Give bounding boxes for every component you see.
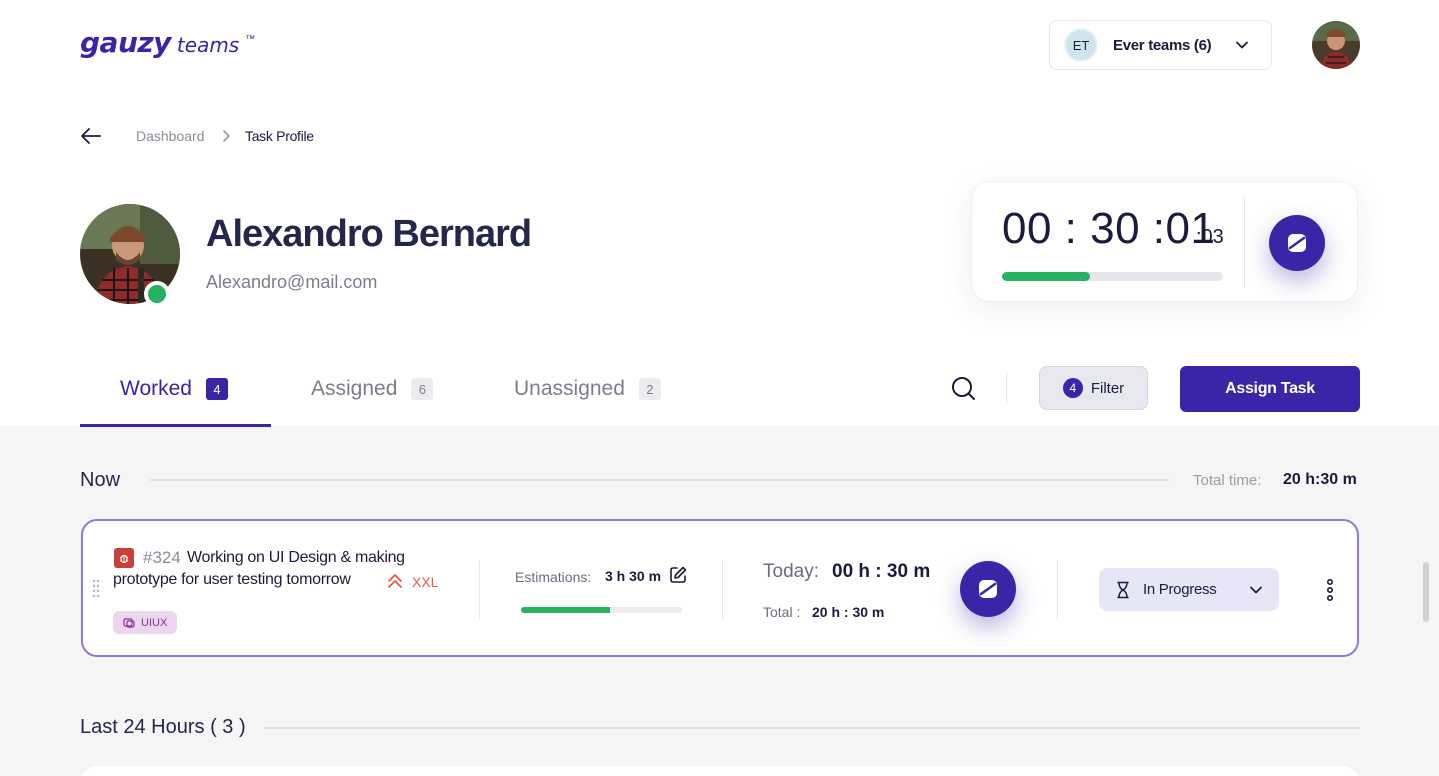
filter-label: Filter <box>1090 379 1125 397</box>
estimation-progress-fill <box>521 607 610 613</box>
task-title-line2[interactable]: prototype for user testing tomorrow <box>113 571 351 589</box>
task-timer-button[interactable] <box>960 561 1016 617</box>
priority-up-icon <box>388 574 402 588</box>
profile-email: Alexandro@mail.com <box>206 272 378 292</box>
status-label: In Progress <box>1143 581 1217 598</box>
tab-assigned[interactable]: Assigned 6 <box>311 377 434 401</box>
drag-handle-icon[interactable] <box>92 579 100 597</box>
section-divider <box>150 479 1169 481</box>
hourglass-icon <box>1117 581 1129 598</box>
toolbar-divider <box>1006 373 1007 403</box>
timer-progress-bar <box>1002 272 1223 281</box>
team-name: Ever teams (6) <box>1113 36 1212 54</box>
search-icon[interactable] <box>950 375 976 401</box>
timer-progress-fill <box>1002 272 1091 281</box>
filter-count-badge: 4 <box>1062 378 1083 398</box>
logo-sub-text: teams <box>176 33 240 57</box>
scrollbar-thumb[interactable] <box>1423 562 1429 622</box>
tab-worked-label: Worked <box>120 377 192 400</box>
task-total-value: 20 h : 30 m <box>812 604 885 620</box>
total-time-value: 20 h:30 m <box>1283 471 1357 488</box>
task-number: #324 <box>143 548 181 567</box>
app-logo[interactable]: gauzy teams ™ <box>80 26 255 59</box>
tab-assigned-label: Assigned <box>311 377 398 400</box>
card-divider <box>479 561 480 619</box>
task-title-line1[interactable]: Working on UI Design & making <box>187 549 405 567</box>
profile-name: Alexandro Bernard <box>206 213 532 255</box>
back-arrow-icon[interactable] <box>80 126 102 146</box>
play-icon <box>979 580 997 598</box>
chevron-down-icon <box>1236 41 1248 49</box>
top-bar: gauzy teams ™ ET Ever teams (6) <box>0 0 1439 90</box>
estimation-value: 3 h 30 m <box>605 568 662 584</box>
team-avatar: ET <box>1064 28 1098 62</box>
timer-milliseconds: :03 <box>1196 226 1224 248</box>
timer-display: 00 : 30 :01 <box>1002 204 1216 253</box>
estimation-progress-bar <box>521 607 682 613</box>
task-tag[interactable]: UIUX <box>113 611 178 634</box>
section-divider <box>264 727 1360 729</box>
active-tab-underline <box>80 424 271 427</box>
logo-trademark: ™ <box>245 34 256 45</box>
timer-card: 00 : 30 :01 :03 <box>971 181 1358 302</box>
team-selector[interactable]: ET Ever teams (6) <box>1049 20 1272 70</box>
user-avatar[interactable] <box>1312 21 1360 69</box>
today-label: Today: <box>763 561 819 582</box>
tab-worked[interactable]: Worked 4 <box>120 377 228 401</box>
tab-assigned-count: 6 <box>411 378 434 400</box>
chevron-right-icon <box>223 130 230 142</box>
section-last24-title: Last 24 Hours ( 3 ) <box>80 716 246 738</box>
timer-divider <box>1244 198 1245 288</box>
kebab-menu-icon[interactable] <box>1326 579 1334 601</box>
card-divider <box>722 561 723 619</box>
task-card[interactable]: #324 Working on UI Design & making proto… <box>81 519 1359 657</box>
total-time-label: Total time: <box>1193 472 1262 489</box>
breadcrumb-dashboard[interactable]: Dashboard <box>136 128 205 144</box>
timer-play-button[interactable] <box>1269 215 1325 271</box>
edit-icon[interactable] <box>668 565 688 585</box>
filter-button[interactable]: 4 Filter <box>1039 366 1148 410</box>
task-size: XXL <box>412 574 439 590</box>
task-card[interactable] <box>81 766 1359 776</box>
task-total-label: Total : <box>763 604 801 620</box>
task-tag-label: UIUX <box>141 616 168 629</box>
logo-main-text: gauzy <box>80 26 171 59</box>
play-icon <box>1288 234 1306 252</box>
status-dropdown[interactable]: In Progress <box>1099 568 1279 611</box>
tab-unassigned-count: 2 <box>638 378 661 400</box>
today-value: 00 h : 30 m <box>832 561 931 582</box>
assign-task-button[interactable]: Assign Task <box>1180 366 1360 412</box>
tab-unassigned-label: Unassigned <box>514 377 625 400</box>
chevron-down-icon <box>1250 586 1262 594</box>
tab-unassigned[interactable]: Unassigned 2 <box>514 377 661 401</box>
tab-worked-count: 4 <box>205 378 228 400</box>
estimation-label: Estimations: <box>515 569 592 585</box>
breadcrumb-task-profile: Task Profile <box>245 128 314 144</box>
tag-icon <box>123 617 135 628</box>
bug-icon <box>114 548 134 568</box>
card-divider <box>1057 561 1058 619</box>
online-status-dot <box>144 281 170 307</box>
section-now-title: Now <box>80 469 121 491</box>
